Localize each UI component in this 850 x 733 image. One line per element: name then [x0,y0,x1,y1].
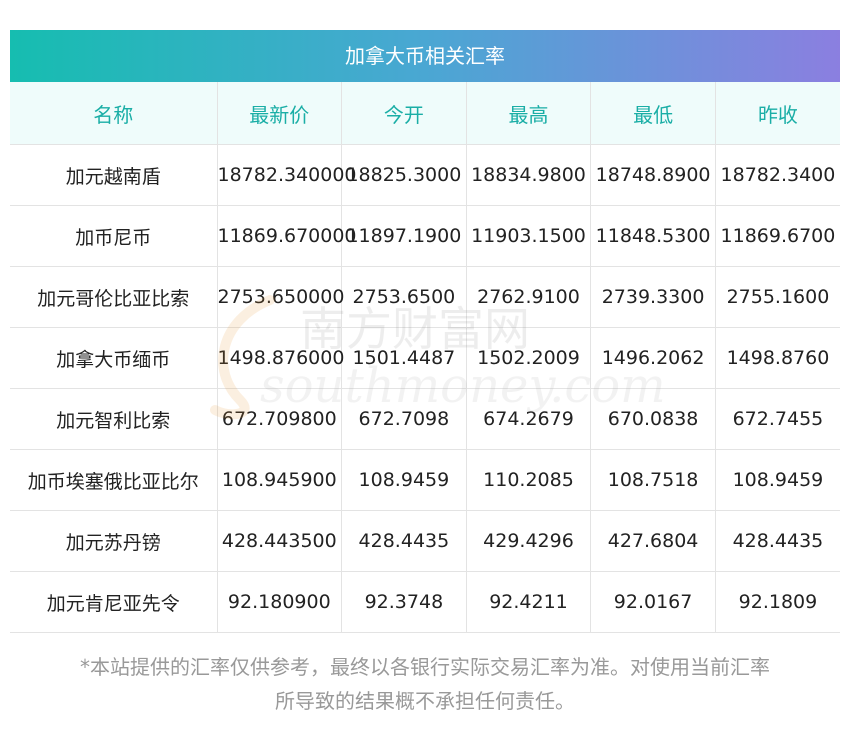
cell-low: 1496.2062 [590,327,716,389]
cell-prev-close: 108.9459 [715,449,840,511]
cell-latest: 108.945900 [217,449,343,511]
header-row: 名称 最新价 今开 最高 最低 昨收 [10,82,840,145]
disclaimer-line-1: *本站提供的汇率仅供参考，最终以各银行实际交易汇率为准。对使用当前汇率 [80,655,770,679]
cell-name: 加元越南盾 [10,144,218,206]
cell-name: 加元苏丹镑 [10,510,218,572]
cell-low: 11848.5300 [590,205,716,267]
cell-prev-close: 2755.1600 [715,266,840,328]
table-row[interactable]: 加元哥伦比亚比索 2753.650000 2753.6500 2762.9100… [10,266,840,328]
disclaimer: *本站提供的汇率仅供参考，最终以各银行实际交易汇率为准。对使用当前汇率 所导致的… [0,650,850,718]
cell-open: 92.3748 [341,571,467,633]
cell-latest: 2753.650000 [217,266,344,328]
cell-high: 11903.1500 [466,205,592,267]
cell-latest: 1498.876000 [217,327,344,389]
header-prev-close: 昨收 [715,82,840,145]
cell-name: 加元肯尼亚先令 [10,571,218,633]
cell-latest: 672.709800 [217,388,343,450]
cell-name: 加拿大币缅币 [10,327,218,389]
table-row[interactable]: 加币埃塞俄比亚比尔 108.945900 108.9459 110.2085 1… [10,449,840,511]
cell-high: 92.4211 [466,571,592,633]
cell-high: 1502.2009 [466,327,592,389]
rates-table: 名称 最新价 今开 最高 最低 昨收 加元越南盾 18782.340000 18… [10,82,840,633]
table-row[interactable]: 加拿大币缅币 1498.876000 1501.4487 1502.2009 1… [10,327,840,389]
cell-low: 427.6804 [590,510,716,572]
cell-prev-close: 428.4435 [715,510,840,572]
cell-latest: 92.180900 [217,571,343,633]
cell-high: 674.2679 [466,388,592,450]
cell-latest: 428.443500 [217,510,343,572]
cell-name: 加元智利比索 [10,388,218,450]
cell-low: 92.0167 [590,571,716,633]
cell-name: 加币埃塞俄比亚比尔 [10,449,218,511]
cell-low: 2739.3300 [590,266,716,328]
cell-open: 1501.4487 [341,327,467,389]
cell-low: 108.7518 [590,449,716,511]
header-open: 今开 [341,82,467,145]
header-high: 最高 [466,82,592,145]
cell-latest: 11869.670000 [217,205,357,267]
cell-open: 108.9459 [341,449,467,511]
cell-prev-close: 92.1809 [715,571,840,633]
table-row[interactable]: 加元肯尼亚先令 92.180900 92.3748 92.4211 92.016… [10,571,840,633]
table-row[interactable]: 加元智利比索 672.709800 672.7098 674.2679 670.… [10,388,840,450]
cell-prev-close: 11869.6700 [715,205,840,267]
cell-high: 429.4296 [466,510,592,572]
cell-latest: 18782.340000 [217,144,357,206]
cell-open: 672.7098 [341,388,467,450]
cell-prev-close: 1498.8760 [715,327,840,389]
cell-name: 加元哥伦比亚比索 [10,266,218,328]
cell-low: 18748.8900 [590,144,716,206]
header-name: 名称 [10,82,218,145]
cell-high: 2762.9100 [466,266,592,328]
cell-prev-close: 672.7455 [715,388,840,450]
cell-high: 110.2085 [466,449,592,511]
table-title: 加拿大币相关汇率 [10,30,840,82]
cell-open: 18825.3000 [341,144,467,206]
cell-open: 11897.1900 [341,205,467,267]
header-low: 最低 [590,82,716,145]
cell-high: 18834.9800 [466,144,592,206]
cell-low: 670.0838 [590,388,716,450]
table-row[interactable]: 加币尼币 11869.670000 11897.1900 11903.1500 … [10,205,840,267]
cell-open: 428.4435 [341,510,467,572]
cell-open: 2753.6500 [341,266,467,328]
table-row[interactable]: 加元苏丹镑 428.443500 428.4435 429.4296 427.6… [10,510,840,572]
rates-panel: 加拿大币相关汇率 名称 最新价 今开 最高 最低 昨收 加元越南盾 18782.… [10,30,840,633]
cell-prev-close: 18782.3400 [715,144,840,206]
disclaimer-line-2: 所导致的结果概不承担任何责任。 [275,689,575,713]
header-latest: 最新价 [217,82,343,145]
cell-name: 加币尼币 [10,205,218,267]
table-row[interactable]: 加元越南盾 18782.340000 18825.3000 18834.9800… [10,144,840,206]
